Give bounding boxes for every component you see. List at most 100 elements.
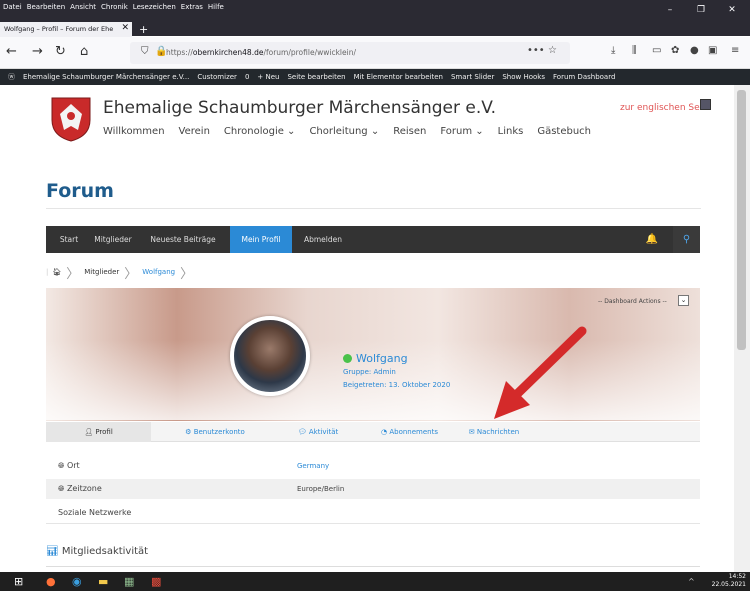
tab-profil[interactable]: 👤︎ Profil [46,422,151,442]
minimize-button[interactable]: – [657,0,683,20]
sidebar-icon[interactable]: ▭ [652,45,661,56]
forum-nav-start[interactable]: Start [50,226,88,253]
menu-hilfe[interactable]: Hilfe [208,3,224,11]
firefox-icon[interactable]: ● [46,575,56,588]
taskbar-clock[interactable]: 14:52 22.05.2021 [712,573,746,589]
tab-abonnements[interactable]: ◔ Abonnements [357,422,462,442]
download-icon[interactable]: ⤓ [611,45,615,56]
menu-extras[interactable]: Extras [181,3,203,11]
windows-start-icon[interactable]: ⊞ [14,575,23,588]
app-2-icon[interactable]: ▦ [124,575,134,588]
menu-datei[interactable]: Datei [3,3,22,11]
menu-ansicht[interactable]: Ansicht [70,3,96,11]
tab-title: Wolfgang – Profil – Forum der Ehe [4,25,114,33]
scrollbar-thumb[interactable] [737,90,746,350]
url-bar[interactable]: https://obernkirchen48.de/forum/profile/… [130,42,570,64]
adminbar-forum-dashboard[interactable]: Forum Dashboard [553,73,615,81]
wordpress-icon[interactable]: ⓦ [8,72,15,82]
breadcrumb-wolfgang[interactable]: Wolfgang [142,268,175,276]
site-logo[interactable] [50,96,92,142]
tray-chevron-icon[interactable]: ^ [688,577,695,586]
close-tab-icon[interactable]: ✕ [121,23,129,33]
adminbar-customizer[interactable]: Customizer [197,73,237,81]
field-label: Soziale Netzwerke [58,507,132,517]
nav-chorleitung[interactable]: Chorleitung ⌄ [309,126,379,137]
reload-icon[interactable]: ↻ [55,44,66,59]
online-status-icon [343,354,352,363]
globe-icon: 🌐︎ [58,461,67,470]
tab-nachrichten[interactable]: ✉ Nachrichten [462,422,526,442]
hamburger-menu-icon[interactable]: ≡ [731,45,739,56]
tab-abonnements-label: Abonnements [389,428,438,436]
breadcrumb-mitglieder[interactable]: Mitglieder [84,268,119,276]
home-icon[interactable]: 🏠︎ [52,268,61,276]
app-3-icon[interactable]: ▩ [151,575,161,588]
nav-forum[interactable]: Forum ⌄ [440,126,483,137]
field-row-soziale-netzwerke: Soziale Netzwerke [46,502,700,522]
adminbar-show-hooks[interactable]: Show Hooks [502,73,545,81]
url-path: /forum/profile/wwicklein/ [263,48,356,57]
extension-3-icon[interactable]: ▣ [708,45,717,56]
menu-lesezeichen[interactable]: Lesezeichen [133,3,176,11]
nav-willkommen[interactable]: Willkommen [103,126,165,137]
url-host: obernkirchen48.de [192,48,264,57]
main-nav: Willkommen Verein Chronologie ⌄ Chorleit… [103,126,605,137]
dashboard-actions-label[interactable]: -- Dashboard Actions -- [598,298,667,305]
adminbar-site[interactable]: Ehemalige Schaumburger Märchensänger e.V… [23,73,189,81]
wp-admin-bar: ⓦ Ehemalige Schaumburger Märchensänger e… [0,69,750,85]
adminbar-new[interactable]: + Neu [257,73,279,81]
menu-bearbeiten[interactable]: Bearbeiten [27,3,65,11]
shield-icon[interactable]: ⛉ [141,46,149,57]
extension-icon[interactable]: ✿ [671,45,679,56]
forward-icon[interactable]: → [32,44,43,59]
file-explorer-icon[interactable]: ▬ [98,575,108,588]
extension-2-icon[interactable]: ● [690,45,699,56]
forum-nav-mitglieder[interactable]: Mitglieder [88,226,138,253]
adminbar-comments[interactable]: 0 [245,73,249,81]
menu-chronik[interactable]: Chronik [101,3,128,11]
english-site-link[interactable]: zur englischen Seite [620,103,711,113]
maximize-button[interactable]: ❐ [688,0,714,20]
adminbar-edit-page[interactable]: Seite bearbeiten [287,73,345,81]
library-icon[interactable]: ⫼ [632,45,637,56]
forum-nav-mein-profil[interactable]: Mein Profil [230,226,292,253]
avatar[interactable] [230,316,310,396]
chevron-down-icon[interactable]: ⌄ [678,295,689,306]
clock-date: 22.05.2021 [711,581,746,588]
field-label: Ort [66,461,80,470]
site-title[interactable]: Ehemalige Schaumburger Märchensänger e.V… [103,98,496,118]
tab-benutzerkonto[interactable]: ⚙ Benutzerkonto [151,422,279,442]
forum-nav-abmelden[interactable]: Abmelden [292,226,354,253]
flag-icon[interactable] [700,99,711,110]
adminbar-elementor[interactable]: Mit Elementor bearbeiten [354,73,443,81]
browser-tab[interactable]: Wolfgang – Profil – Forum der Ehe ✕ [0,22,132,37]
divider [46,523,700,524]
field-value-ort[interactable]: Germany [297,462,329,470]
nav-chronologie[interactable]: Chronologie ⌄ [224,126,296,137]
activity-heading-label: Mitgliedsaktivität [61,546,149,557]
search-icon[interactable]: ⚲ [673,226,700,253]
nav-verein[interactable]: Verein [179,126,210,137]
forum-title: Forum [46,180,114,202]
nav-gaestebuch[interactable]: Gästebuch [537,126,591,137]
profile-joined: Beigetreten: 13. Oktober 2020 [343,381,451,389]
home-icon[interactable]: ⌂ [80,44,88,59]
profile-username: Wolfgang [356,352,408,365]
new-tab-icon[interactable]: + [139,23,148,36]
app-icon[interactable]: ◉ [72,575,82,588]
divider [46,566,700,567]
url-prefix: https:// [166,48,193,57]
tab-nachrichten-label: Nachrichten [476,428,520,436]
adminbar-smart-slider[interactable]: Smart Slider [451,73,494,81]
clock-time: 14:52 [728,573,746,580]
nav-reisen[interactable]: Reisen [393,126,426,137]
nav-links[interactable]: Links [498,126,524,137]
close-window-button[interactable]: ✕ [719,0,745,20]
bookmark-star-icon[interactable]: ☆ [548,45,557,56]
breadcrumb-bar: | [46,268,49,276]
page-actions-icon[interactable]: ••• [527,45,545,56]
forum-nav-neueste-beitraege[interactable]: Neueste Beiträge [138,226,228,253]
back-icon[interactable]: ← [6,44,17,59]
tab-aktivitaet[interactable]: 💬︎ Aktivität [279,422,357,442]
bell-icon[interactable]: 🔔 [646,226,658,253]
